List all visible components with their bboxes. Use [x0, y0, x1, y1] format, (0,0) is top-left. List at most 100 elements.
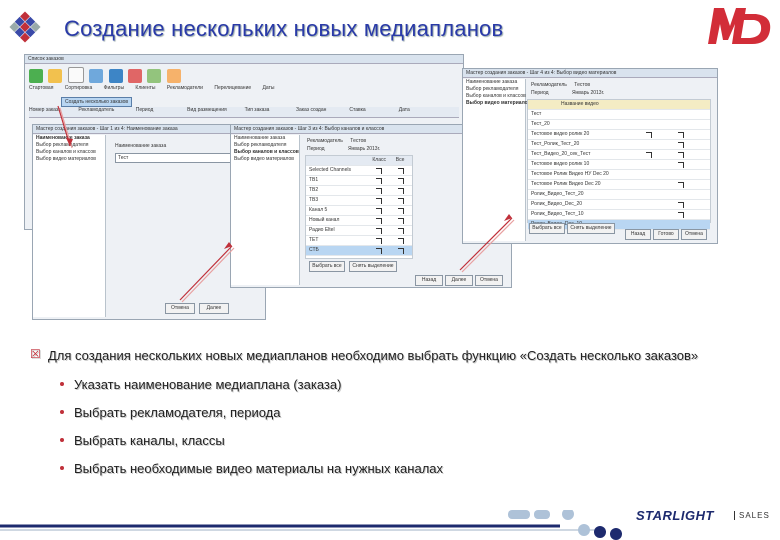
step-item: Выбор каналов и классов — [36, 149, 96, 155]
table-row[interactable]: ТВ2 — [306, 186, 412, 196]
document-icon[interactable] — [67, 67, 84, 83]
table-row[interactable]: ТВ3 — [306, 196, 412, 206]
clear-selection-button[interactable]: Снять выделение — [349, 261, 397, 272]
menu-item[interactable]: Перелицевание — [214, 85, 251, 91]
channel-name: ТЕТ — [309, 237, 319, 243]
next-button[interactable]: Далее — [199, 303, 229, 314]
checkbox[interactable] — [678, 212, 684, 218]
table-row[interactable]: Selected Channels — [306, 166, 412, 176]
bullet-list: ☒ Для создания нескольких новых медиапла… — [30, 347, 770, 489]
table-row[interactable]: Ролик_Видео_Тест_20 — [528, 190, 710, 200]
video-name: Ролик_Видео_Тест_20 — [531, 191, 584, 197]
cube-logo-icon — [9, 11, 41, 43]
table-row[interactable]: Тест — [528, 110, 710, 120]
checkbox[interactable] — [376, 238, 382, 244]
checkbox[interactable] — [398, 228, 404, 234]
checkbox[interactable] — [398, 248, 404, 254]
checkbox[interactable] — [376, 168, 382, 174]
clear-selection-button[interactable]: Снять выделение — [567, 223, 615, 234]
cancel-button[interactable]: Отмена — [681, 229, 707, 240]
cancel-button[interactable]: Отмена — [475, 275, 503, 286]
table-row[interactable]: Новый канал — [306, 216, 412, 226]
checkbox[interactable] — [678, 162, 684, 168]
checkbox[interactable] — [376, 178, 382, 184]
table-row[interactable]: Тест_Ролик_Тест_20 — [528, 140, 710, 150]
table-row[interactable]: Радио Eltel — [306, 226, 412, 236]
checkbox[interactable] — [376, 228, 382, 234]
checkbox[interactable] — [398, 188, 404, 194]
checkbox[interactable] — [398, 168, 404, 174]
checkbox[interactable] — [398, 178, 404, 184]
checkbox[interactable] — [398, 238, 404, 244]
table-row[interactable]: Тест_20 — [528, 120, 710, 130]
table-row[interactable]: Тестовое видео ролик 10 — [528, 160, 710, 170]
notes-icon[interactable] — [166, 69, 181, 83]
table-row[interactable]: Тестовое Ролик Видео НУ Dec 20 — [528, 170, 710, 180]
table-row[interactable]: ТВ1 — [306, 176, 412, 186]
table-row[interactable]: Ролик_Видео_Тест_10 — [528, 210, 710, 220]
diamond-blue-icon[interactable] — [108, 69, 123, 83]
back-button[interactable]: Назад — [625, 229, 651, 240]
table-row[interactable]: ТЕТ — [306, 236, 412, 246]
checkbox[interactable] — [376, 248, 382, 254]
menu-item[interactable]: Даты — [263, 85, 275, 91]
select-all-button[interactable]: Выбрать все — [309, 261, 345, 272]
refresh-icon[interactable] — [29, 69, 43, 83]
checkbox[interactable] — [398, 208, 404, 214]
column-header[interactable]: Заказ создан — [296, 107, 348, 113]
menu-item[interactable]: Рекламодатели — [167, 85, 203, 91]
checkbox[interactable] — [376, 218, 382, 224]
menu-item[interactable]: Клиенты — [135, 85, 155, 91]
starlight-logo: STARLIGHT — [636, 508, 714, 523]
table-header: Номер заказа Рекламодатель Период Вид ра… — [29, 107, 459, 118]
advertiser-value: Тестов — [350, 138, 367, 144]
table-row[interactable]: Тестовое видео ролик 20 — [528, 130, 710, 140]
column-header[interactable]: Номер заказа — [29, 107, 77, 113]
gift-icon[interactable] — [127, 69, 142, 83]
table-row[interactable]: Тест_Видео_20_сек_Тест — [528, 150, 710, 160]
checkbox[interactable] — [646, 152, 652, 158]
step-item: Выбор рекламодателя — [36, 142, 89, 148]
menu-item[interactable]: Фильтры — [104, 85, 124, 91]
column-header[interactable]: Тип заказа — [245, 107, 295, 113]
checkbox[interactable] — [678, 152, 684, 158]
bullet-dot-icon — [60, 410, 64, 414]
menu-row: Стартовая Сортировка Фильтры Клиенты Рек… — [29, 85, 275, 91]
checkbox[interactable] — [678, 132, 684, 138]
column-header[interactable]: Ставка — [349, 107, 397, 113]
filter-icon[interactable] — [48, 69, 63, 83]
done-button[interactable]: Готово — [653, 229, 679, 240]
create-multiple-orders-button[interactable]: Создать несколько заказов — [61, 97, 133, 107]
checkbox[interactable] — [678, 142, 684, 148]
column-header[interactable]: Вид размещения — [187, 107, 243, 113]
column-header[interactable]: Дата — [399, 107, 439, 113]
checkbox[interactable] — [678, 182, 684, 188]
column-header[interactable]: Период — [136, 107, 186, 113]
table-row[interactable]: Ролик_Видео_Dec_20 — [528, 200, 710, 210]
checkbox[interactable] — [376, 188, 382, 194]
table-row[interactable]: Канал 5 — [306, 206, 412, 216]
checkbox[interactable] — [678, 202, 684, 208]
video-name: Тестовое видео ролик 10 — [531, 161, 590, 167]
back-button[interactable]: Назад — [415, 275, 443, 286]
select-all-button[interactable]: Выбрать все — [529, 223, 565, 234]
table-row[interactable]: Тестовое Ролик Видео Dec 20 — [528, 180, 710, 190]
checkbox[interactable] — [398, 198, 404, 204]
sales-label: SALES — [734, 511, 770, 520]
diamond-icon[interactable] — [89, 69, 104, 83]
menu-item[interactable]: Сортировка — [65, 85, 92, 91]
channel-name: Радио Eltel — [309, 227, 335, 233]
checkbox[interactable] — [376, 198, 382, 204]
table-row[interactable]: СТБ — [306, 246, 412, 256]
back-button[interactable]: Отмена — [165, 303, 195, 314]
next-button[interactable]: Далее — [445, 275, 473, 286]
checkbox[interactable] — [398, 218, 404, 224]
menu-item[interactable]: Стартовая — [29, 85, 53, 91]
column-header[interactable]: Рекламодатель — [78, 107, 134, 113]
channel-name: ТВ3 — [309, 197, 319, 203]
chart-icon[interactable] — [147, 69, 162, 83]
checkbox[interactable] — [376, 208, 382, 214]
advertiser-label: Рекламодатель — [307, 138, 343, 144]
advertiser-row: Рекламодатель Тестов — [531, 82, 590, 88]
checkbox[interactable] — [646, 132, 652, 138]
